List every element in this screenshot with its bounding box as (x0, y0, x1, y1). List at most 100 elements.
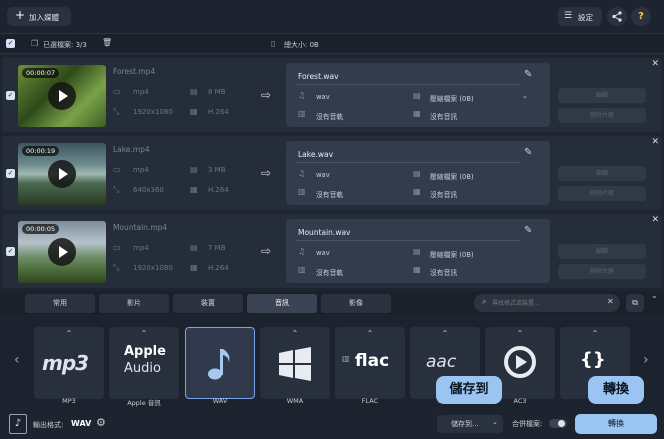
chevron-down-icon[interactable]: ⌄ (492, 418, 498, 426)
files-icon: ❐ (31, 39, 39, 48)
duration-badge: 00:00:05 (22, 224, 60, 234)
chevron-left-icon[interactable]: ‹ (14, 352, 20, 368)
edit-pencil-icon[interactable]: ✎ (524, 147, 532, 158)
trim-button[interactable]: 刪除片尾 (558, 264, 646, 279)
video-thumbnail[interactable]: 00:00:07 (18, 65, 106, 127)
codec-icon: ▦ (190, 107, 198, 116)
tab-audio[interactable]: 音訊 (247, 294, 317, 313)
tab-video[interactable]: 影片 (99, 294, 169, 313)
tab-image[interactable]: 影像 (321, 294, 391, 313)
output-filename[interactable]: Mountain.wav (298, 228, 351, 237)
total-size: 總大小: 0B (284, 41, 319, 49)
equalizer-icon: ▥ (298, 109, 306, 118)
plus-icon: + (15, 8, 26, 22)
settings-button[interactable]: ☰ 設定 (558, 7, 602, 26)
share-button[interactable] (607, 7, 627, 26)
close-icon[interactable]: ✕ (651, 137, 659, 147)
chevron-up-icon: ⌃ (591, 329, 599, 338)
clear-search-icon[interactable]: ✕ (607, 297, 614, 306)
output-filename[interactable]: Forest.wav (298, 72, 339, 81)
play-icon[interactable] (48, 82, 76, 110)
subtitle-option[interactable]: 沒有音軌 (316, 267, 343, 277)
convert-button[interactable]: 轉換 (575, 414, 657, 434)
chevron-right-icon[interactable]: › (643, 352, 649, 368)
add-media-button[interactable]: + 加入媒體 (7, 7, 71, 26)
trash-icon[interactable]: 🗑 (102, 38, 112, 47)
audio-track-option[interactable]: 沒有音訊 (430, 111, 457, 121)
size-option[interactable]: 壓縮檔案 (0B) (430, 249, 474, 259)
file-row: ✓ 00:00:19 Lake.mp4 ▭ mp4 ▤ 3 MB ⤡ 640x3… (2, 136, 662, 210)
audio-track-option[interactable]: 沒有音訊 (430, 189, 457, 199)
subtitle-option[interactable]: 沒有音軌 (316, 111, 343, 121)
size-option[interactable]: 壓縮檔案 (0B) (430, 171, 474, 181)
filename-underline (296, 84, 521, 85)
edit-pencil-icon[interactable]: ✎ (524, 225, 532, 236)
music-note-icon (208, 349, 230, 380)
play-icon[interactable] (48, 238, 76, 266)
format-flac[interactable]: ⌃ ▥ flac (335, 327, 405, 399)
output-format-label: 輸出格式: (33, 421, 64, 429)
edit-button[interactable]: 編輯 (558, 88, 646, 103)
tab-popular[interactable]: 常用 (25, 294, 95, 313)
row-checkbox[interactable]: ✓ (6, 247, 15, 256)
edit-button[interactable]: 編輯 (558, 244, 646, 259)
format-icon: ▭ (113, 165, 121, 174)
chevron-up-icon: ⌃ (291, 329, 299, 338)
output-filename[interactable]: Lake.wav (298, 150, 333, 159)
format-wav[interactable] (185, 327, 255, 399)
subtitle-option[interactable]: 沒有音軌 (316, 189, 343, 199)
device-detect-icon[interactable]: ⧉ (626, 294, 644, 312)
aac-logo: aac (426, 352, 457, 372)
chevron-down-icon[interactable]: ⌄ (522, 92, 528, 100)
close-icon[interactable]: ✕ (651, 59, 659, 69)
filename-underline (296, 240, 521, 241)
equalizer-icon: ▥ (298, 265, 306, 274)
sliders-icon: ☰ (564, 11, 573, 21)
gear-icon[interactable]: ⚙ (96, 416, 106, 429)
format-label: Apple 音訊 (127, 399, 161, 407)
tab-devices[interactable]: 裝置 (173, 294, 243, 313)
storage-icon: ▤ (190, 87, 198, 96)
row-checkbox[interactable]: ✓ (6, 169, 15, 178)
video-thumbnail[interactable]: 00:00:05 (18, 221, 106, 283)
edit-button[interactable]: 編輯 (558, 166, 646, 181)
source-size: 3 MB (208, 166, 226, 174)
source-size: 8 MB (208, 88, 226, 96)
format-mp3[interactable]: ⌃ mp3 (34, 327, 104, 399)
edit-pencil-icon[interactable]: ✎ (524, 69, 532, 80)
audio-track-option[interactable]: 沒有音訊 (430, 267, 457, 277)
apple-logo-text: Apple (124, 344, 166, 359)
format-icon: ▭ (113, 87, 121, 96)
row-checkbox[interactable]: ✓ (6, 91, 15, 100)
format-apple-audio[interactable]: ⌃ Apple Audio (109, 327, 179, 399)
resize-icon: ⤡ (113, 185, 120, 194)
trim-button[interactable]: 刪除片尾 (558, 186, 646, 201)
audio-format: wav (316, 93, 330, 101)
format-category-tabs: 常用 影片 裝置 音訊 影像 ⌕ ✕ ⧉ ⌄ (0, 291, 664, 315)
duration-badge: 00:00:07 (22, 68, 60, 78)
filename-underline (296, 162, 521, 163)
trim-button[interactable]: 刪除片尾 (558, 108, 646, 123)
format-wma[interactable]: ⌃ (260, 327, 330, 399)
audio-format: wav (316, 171, 330, 179)
video-thumbnail[interactable]: 00:00:19 (18, 143, 106, 205)
selected-count: 已選檔案: 3/3 (43, 41, 87, 49)
close-icon[interactable]: ✕ (651, 215, 659, 225)
convert-arrow-icon: ⇨ (261, 88, 272, 102)
size-option[interactable]: 壓縮檔案 (0B) (430, 93, 474, 103)
audio-track-icon: ▦ (413, 109, 421, 118)
merge-toggle[interactable] (549, 419, 567, 428)
braces-icon: {} (580, 349, 606, 370)
help-icon: ? (638, 11, 644, 22)
collapse-chevron-icon[interactable]: ⌄ (651, 291, 658, 300)
search-input[interactable] (492, 297, 602, 309)
source-resolution: 640x360 (133, 186, 164, 194)
output-format-value[interactable]: WAV (71, 419, 91, 428)
play-circle-icon (504, 346, 536, 378)
help-button[interactable]: ? (631, 7, 651, 26)
play-icon[interactable] (48, 160, 76, 188)
save-to-button[interactable]: 儲存到... ⌄ (437, 415, 503, 433)
select-all-checkbox[interactable]: ✓ (6, 39, 15, 48)
source-filename: Lake.mp4 (113, 145, 150, 154)
format-search[interactable]: ⌕ ✕ (474, 294, 620, 312)
